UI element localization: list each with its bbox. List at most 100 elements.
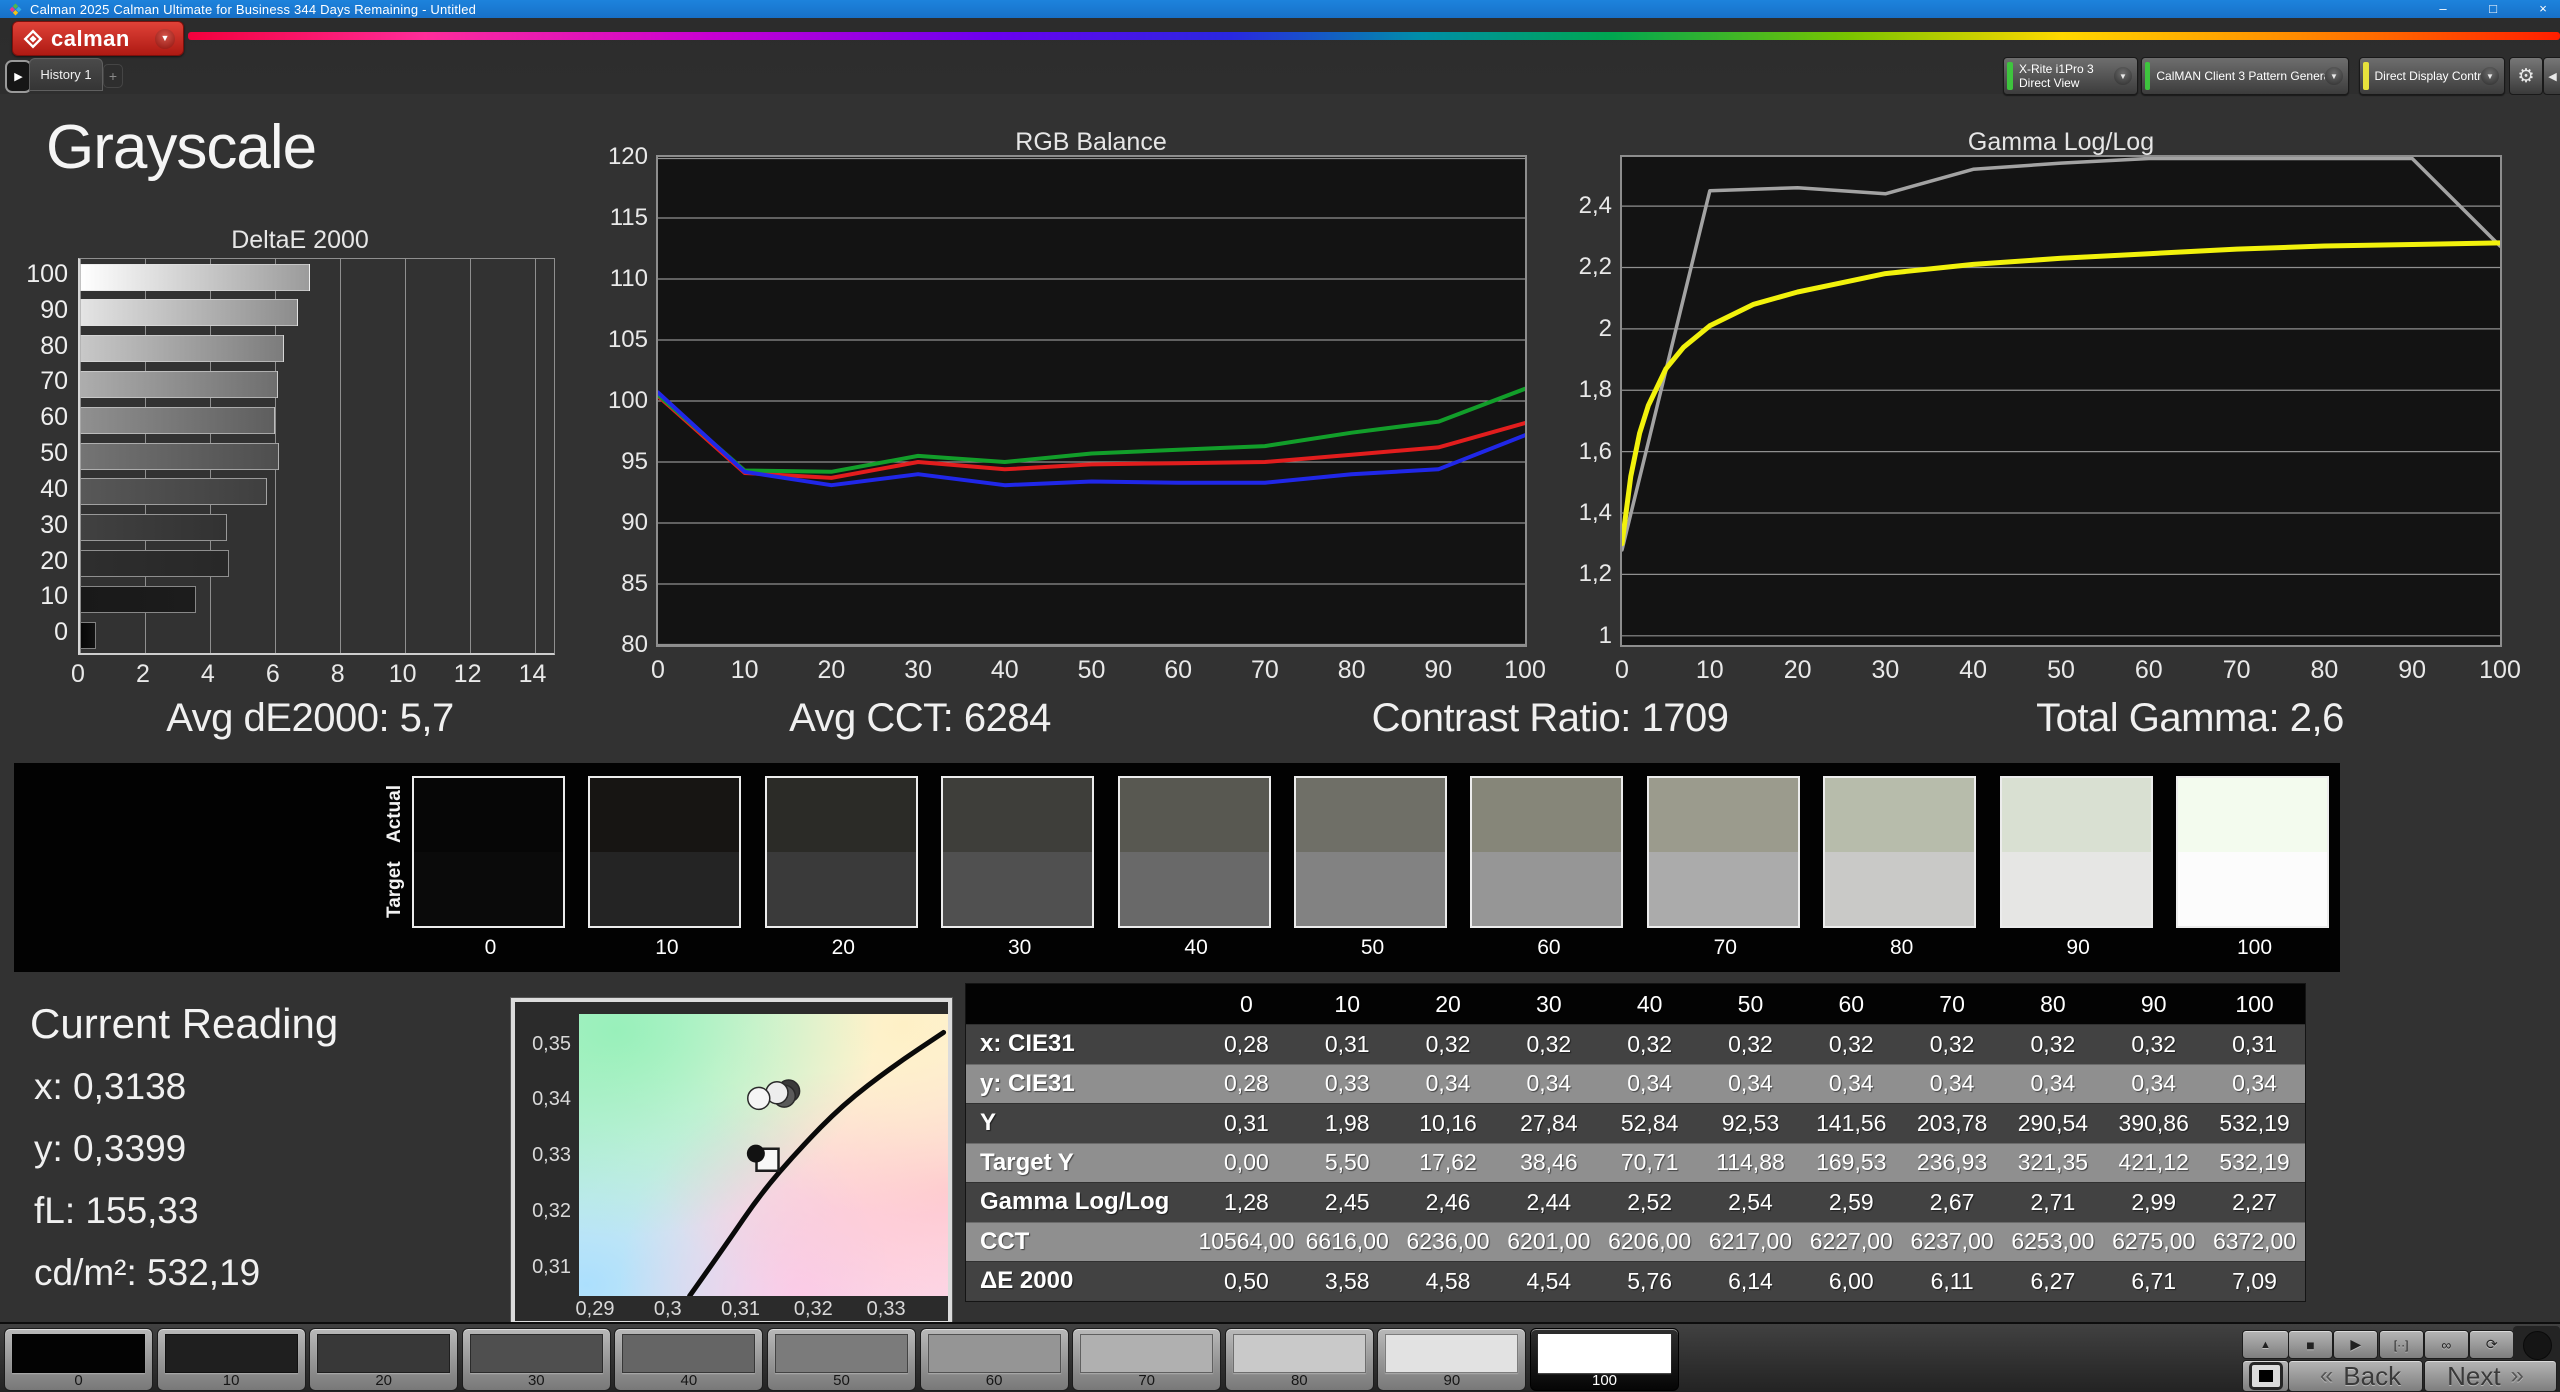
swatch-target-70 (1648, 852, 1798, 926)
current-reading-title: Current Reading (30, 1000, 339, 1047)
xtick-20: 20 (1783, 656, 1812, 684)
xtick-80: 80 (1337, 656, 1366, 684)
pattern-button-40[interactable]: 40 (614, 1328, 764, 1391)
deltae-tick-60: 60 (40, 403, 68, 432)
pattern-label-40: 40 (680, 1372, 698, 1389)
deltae-y-axis-labels: 100 90 80 70 60 50 40 30 20 10 0 (8, 258, 68, 652)
xtick-10: 10 (730, 656, 759, 684)
back-arrow-icon: « (2319, 1362, 2334, 1389)
pattern-button-20[interactable]: 20 (309, 1328, 459, 1391)
gamma-chart-title: Gamma Log/Log (1967, 128, 2155, 156)
table-cell: 0,32 (2131, 1030, 2177, 1057)
rgb-x-axis-labels: 0 10 20 30 40 50 60 70 80 90 100 (651, 656, 1546, 686)
gamma-chart (1619, 155, 2503, 647)
deltae-tick-30: 30 (40, 510, 68, 539)
swatch-label-100: 100 (2236, 936, 2273, 959)
pattern-swatch-0 (12, 1334, 145, 1373)
xtick-0: 0 (1615, 656, 1629, 684)
deltae-gridline (534, 259, 536, 653)
pattern-label-50: 50 (833, 1372, 850, 1389)
table-header-100: 100 (2235, 990, 2274, 1017)
transport-continuous-icon[interactable]: ∞ (2423, 1330, 2469, 1359)
xtick-20: 20 (817, 656, 846, 684)
chevron-down-icon[interactable]: ▼ (155, 28, 175, 49)
pattern-button-70[interactable]: 70 (1072, 1328, 1222, 1391)
scroll-up-button[interactable]: ▲ (2242, 1330, 2289, 1359)
pattern-window-button[interactable] (2242, 1360, 2289, 1392)
table-cell: 2,71 (2030, 1188, 2076, 1215)
pattern-button-80[interactable]: 80 (1224, 1328, 1374, 1391)
deltae-gridline (339, 259, 341, 653)
swatch-label-10: 10 (655, 936, 679, 959)
swatch-target-30 (943, 852, 1093, 926)
table-cell: 1,98 (1324, 1109, 1370, 1136)
chevron-down-icon[interactable]: ▼ (2325, 67, 2343, 85)
actual-row-label: Actual (384, 784, 405, 844)
xtick-100: 100 (1504, 656, 1546, 684)
swatch-target-50 (1296, 852, 1445, 926)
table-row-y: CIE31: y: CIE31 0,28 0,33 0,34 0,34 0,34 0,34 0,34 0,34… (966, 1063, 2305, 1103)
meter-dropdown[interactable]: X-Rite i1Pro 3 Direct View ▼ (2003, 57, 2138, 95)
cie-ytick-0,33: 0,33 (532, 1144, 571, 1167)
transport-refresh-icon[interactable]: ⟳ (2469, 1330, 2515, 1359)
pattern-button-60[interactable]: 60 (919, 1328, 1069, 1391)
pattern-button-30[interactable]: 30 (461, 1328, 611, 1391)
next-button[interactable]: Next » (2424, 1360, 2557, 1392)
add-tab-button[interactable]: + (103, 64, 123, 88)
back-button[interactable]: « Back (2288, 1360, 2423, 1392)
swatch-actual-50 (1296, 778, 1445, 852)
transport-stop-icon[interactable]: ■ (2288, 1330, 2333, 1359)
ytick-1,8: 1,8 (1578, 376, 1612, 404)
display-control-dropdown[interactable]: Direct Display Control ▼ (2359, 57, 2505, 95)
pattern-label-10: 10 (222, 1372, 240, 1389)
pattern-button-90[interactable]: 90 (1377, 1328, 1527, 1391)
row-label: x: CIE31 (980, 1030, 1075, 1058)
table-header-90: 90 (2140, 990, 2167, 1017)
table-cell: 0,32 (1425, 1030, 1471, 1057)
chevron-down-icon[interactable]: ▼ (2114, 67, 2132, 85)
table-cell: 169,53 (1816, 1149, 1887, 1176)
table-header-40: 40 (1636, 990, 1663, 1017)
table-cell: 52,84 (1620, 1109, 1679, 1136)
pattern-button-100[interactable]: 100 (1530, 1328, 1679, 1391)
deltae-tick-80: 80 (40, 331, 68, 360)
ytick-1: 1 (1598, 621, 1612, 649)
tab-history-1[interactable]: History 1 (29, 58, 103, 91)
calman-menu-button[interactable]: calman ▼ (12, 21, 184, 56)
xtick-80: 80 (2310, 656, 2339, 684)
deltae-xtick-0: 0 (71, 660, 85, 688)
ytick-1,6: 1,6 (1578, 437, 1612, 465)
grayscale-comparison-strip: Actual Target 0 10 20 30 40 50 60 70 80 90 100 (14, 763, 2340, 972)
xtick-70: 70 (2222, 656, 2251, 684)
close-button[interactable]: × (2532, 0, 2554, 18)
stat-contrast-ratio: Contrast Ratio: 1709 (1371, 696, 1729, 740)
transport-range-icon[interactable]: [··] (2378, 1330, 2424, 1359)
row-label: Gamma Log/Log (980, 1188, 1170, 1216)
pattern-generator-dropdown[interactable]: CalMAN Client 3 Pattern Generator ▼ (2141, 57, 2349, 95)
pattern-swatch-90 (1385, 1334, 1519, 1373)
table-cell: 1,28 (1224, 1188, 1269, 1215)
table-row-Y: Y 0,31 1,98 10,16 27,84 52,84 92,53 141,56 203,7… (966, 1103, 2305, 1143)
xtick-30: 30 (904, 656, 932, 684)
minimize-button[interactable]: – (2432, 0, 2454, 18)
table-cell: 390,86 (2118, 1109, 2189, 1136)
deltae-bar-10 (80, 585, 197, 613)
collapse-panel-icon[interactable]: ◀ (2543, 57, 2560, 95)
table-header-corner (966, 984, 1196, 1024)
maximize-button[interactable]: □ (2482, 0, 2504, 18)
table-cell: 0,34 (1627, 1070, 1673, 1097)
tab-scroll-button[interactable]: ▶ (5, 60, 32, 93)
table-cell: 0,32 (2030, 1030, 2076, 1057)
table-header-10: 10 (1334, 990, 1361, 1017)
pattern-swatch-20 (317, 1334, 451, 1373)
pattern-button-10[interactable]: 10 (156, 1328, 306, 1391)
pattern-button-50[interactable]: 50 (767, 1328, 916, 1391)
grayscale-swatch-10 (588, 776, 742, 928)
settings-gear-icon[interactable]: ⚙ (2509, 57, 2543, 95)
swatch-actual-0 (414, 778, 563, 852)
table-cell: 114,88 (1716, 1149, 1785, 1176)
cie-xtick-0,3: 0,3 (653, 1298, 682, 1320)
chevron-down-icon[interactable]: ▼ (2481, 67, 2499, 85)
transport-play-icon[interactable]: ▶ (2333, 1330, 2379, 1359)
pattern-button-0[interactable]: 0 (4, 1328, 153, 1391)
